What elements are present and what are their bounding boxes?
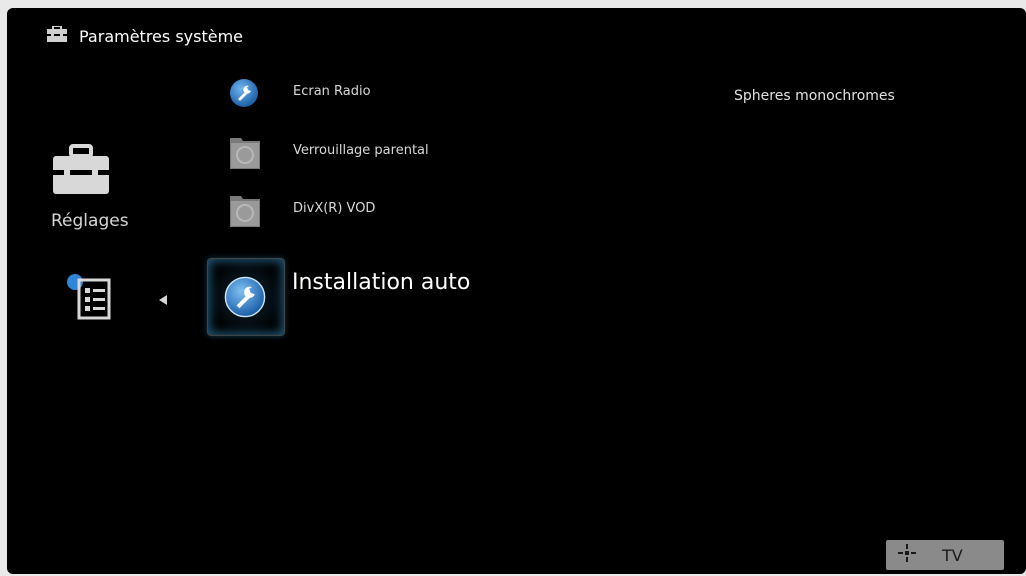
folder-icon[interactable] bbox=[229, 134, 261, 170]
tv-label: TV bbox=[942, 545, 963, 565]
page-title: Paramètres système bbox=[79, 26, 243, 46]
category-label: Réglages bbox=[51, 211, 129, 231]
info-text: Spheres monochromes bbox=[734, 88, 895, 104]
menu-item-label[interactable]: Verrouillage parental bbox=[293, 143, 429, 158]
wrench-icon[interactable] bbox=[224, 276, 266, 322]
menu-item-ecran-radio[interactable] bbox=[229, 78, 259, 108]
tv-screen: Paramètres système Ecran Radio Verrouill… bbox=[7, 8, 1026, 574]
menu-item-label[interactable]: DivX(R) VOD bbox=[293, 201, 375, 216]
selected-item-label[interactable]: Installation auto bbox=[292, 270, 470, 295]
toolbox-icon bbox=[53, 144, 109, 200]
tv-badge[interactable]: TV bbox=[886, 540, 1004, 570]
folder-icon[interactable] bbox=[229, 192, 261, 228]
left-arrow-icon[interactable] bbox=[159, 290, 167, 309]
menu-item-label[interactable]: Ecran Radio bbox=[293, 84, 371, 99]
navigation-icon bbox=[898, 544, 916, 566]
toolbox-icon bbox=[47, 25, 67, 46]
wrench-icon bbox=[229, 79, 259, 112]
header: Paramètres système bbox=[47, 24, 243, 48]
checklist-icon[interactable] bbox=[65, 274, 113, 324]
